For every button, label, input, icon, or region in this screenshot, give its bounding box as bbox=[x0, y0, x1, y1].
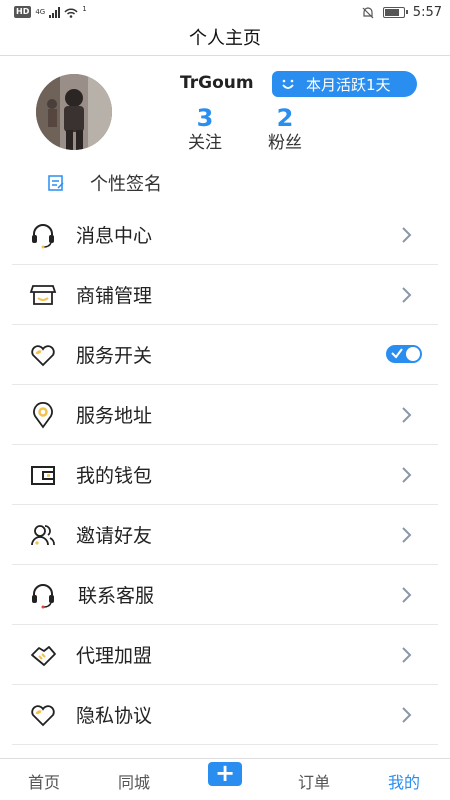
chevron-right-icon bbox=[402, 467, 412, 483]
clock: 5:57 bbox=[412, 5, 442, 20]
battery-fill bbox=[384, 9, 400, 16]
page-title: 个人主页 bbox=[0, 22, 450, 56]
menu-label: 我的钱包 bbox=[76, 465, 153, 487]
service-toggle[interactable] bbox=[386, 345, 422, 363]
chevron-right-icon bbox=[402, 287, 412, 303]
menu-list: 消息中心 商铺管理 服务开关 服务地址 我的钱包 邀请好友 联系客服 代理加盟 … bbox=[12, 205, 438, 745]
support-headset-icon bbox=[28, 580, 58, 610]
active-badge-text: 本月活跃1天 bbox=[306, 75, 391, 94]
active-badge: 本月活跃1天 bbox=[272, 71, 417, 97]
menu-label: 联系客服 bbox=[78, 585, 155, 607]
privacy-heart-icon bbox=[28, 700, 58, 730]
headset-icon bbox=[28, 220, 58, 250]
store-icon bbox=[28, 280, 58, 310]
heart-icon bbox=[28, 340, 58, 370]
avatar[interactable] bbox=[36, 74, 112, 150]
chevron-right-icon bbox=[402, 707, 412, 723]
following-stat[interactable]: 3 关注 bbox=[175, 104, 235, 154]
menu-item-service-address[interactable]: 服务地址 bbox=[12, 385, 438, 445]
wifi-icon bbox=[64, 8, 78, 18]
menu-label: 代理加盟 bbox=[76, 645, 153, 667]
menu-item-message-center[interactable]: 消息中心 bbox=[12, 205, 438, 265]
chevron-right-icon bbox=[402, 647, 412, 663]
nav-orders[interactable]: 订单 bbox=[298, 769, 330, 793]
wifi-count: 1 bbox=[82, 4, 87, 13]
signal-icon bbox=[49, 6, 61, 18]
nav-home[interactable]: 首页 bbox=[28, 769, 60, 793]
friends-icon bbox=[28, 520, 58, 550]
battery-icon bbox=[382, 7, 408, 18]
menu-item-contact-support[interactable]: 联系客服 bbox=[12, 565, 438, 625]
menu-item-service-switch[interactable]: 服务开关 bbox=[12, 325, 438, 385]
fans-count: 2 bbox=[276, 104, 294, 132]
mute-bell-icon bbox=[362, 6, 374, 18]
menu-label: 消息中心 bbox=[76, 225, 153, 247]
nav-mine[interactable]: 我的 bbox=[388, 769, 420, 793]
menu-label: 隐私协议 bbox=[76, 705, 153, 727]
network-label: 4G bbox=[35, 7, 46, 16]
fans-stat[interactable]: 2 粉丝 bbox=[255, 104, 315, 154]
menu-label: 服务地址 bbox=[76, 405, 153, 427]
menu-item-invite-friends[interactable]: 邀请好友 bbox=[12, 505, 438, 565]
following-label: 关注 bbox=[188, 133, 222, 153]
location-pin-icon bbox=[28, 400, 58, 430]
check-icon bbox=[391, 348, 403, 359]
menu-item-store-management[interactable]: 商铺管理 bbox=[12, 265, 438, 325]
menu-item-my-wallet[interactable]: 我的钱包 bbox=[12, 445, 438, 505]
status-left: HD 4G 1 bbox=[14, 4, 87, 18]
signature-row[interactable]: 个性签名 bbox=[46, 170, 162, 196]
menu-label: 邀请好友 bbox=[76, 525, 153, 547]
menu-item-privacy-agreement[interactable]: 隐私协议 bbox=[12, 685, 438, 745]
hd-badge: HD bbox=[14, 6, 32, 18]
signature-label: 个性签名 bbox=[90, 174, 162, 195]
handshake-icon bbox=[28, 640, 58, 670]
edit-icon bbox=[48, 175, 64, 191]
following-count: 3 bbox=[196, 104, 214, 132]
chevron-right-icon bbox=[402, 407, 412, 423]
nav-local[interactable]: 同城 bbox=[118, 769, 150, 793]
wallet-icon bbox=[28, 460, 58, 490]
chevron-right-icon bbox=[402, 527, 412, 543]
menu-item-agency-join[interactable]: 代理加盟 bbox=[12, 625, 438, 685]
chevron-right-icon bbox=[402, 227, 412, 243]
add-button[interactable]: + bbox=[208, 761, 242, 786]
chevron-right-icon bbox=[402, 587, 412, 603]
menu-label: 商铺管理 bbox=[76, 285, 153, 307]
username: TrGoum bbox=[180, 73, 254, 93]
status-right: 5:57 bbox=[361, 5, 442, 20]
smile-icon bbox=[282, 79, 294, 89]
menu-label: 服务开关 bbox=[76, 345, 153, 367]
fans-label: 粉丝 bbox=[268, 133, 302, 153]
toggle-knob bbox=[406, 347, 420, 361]
